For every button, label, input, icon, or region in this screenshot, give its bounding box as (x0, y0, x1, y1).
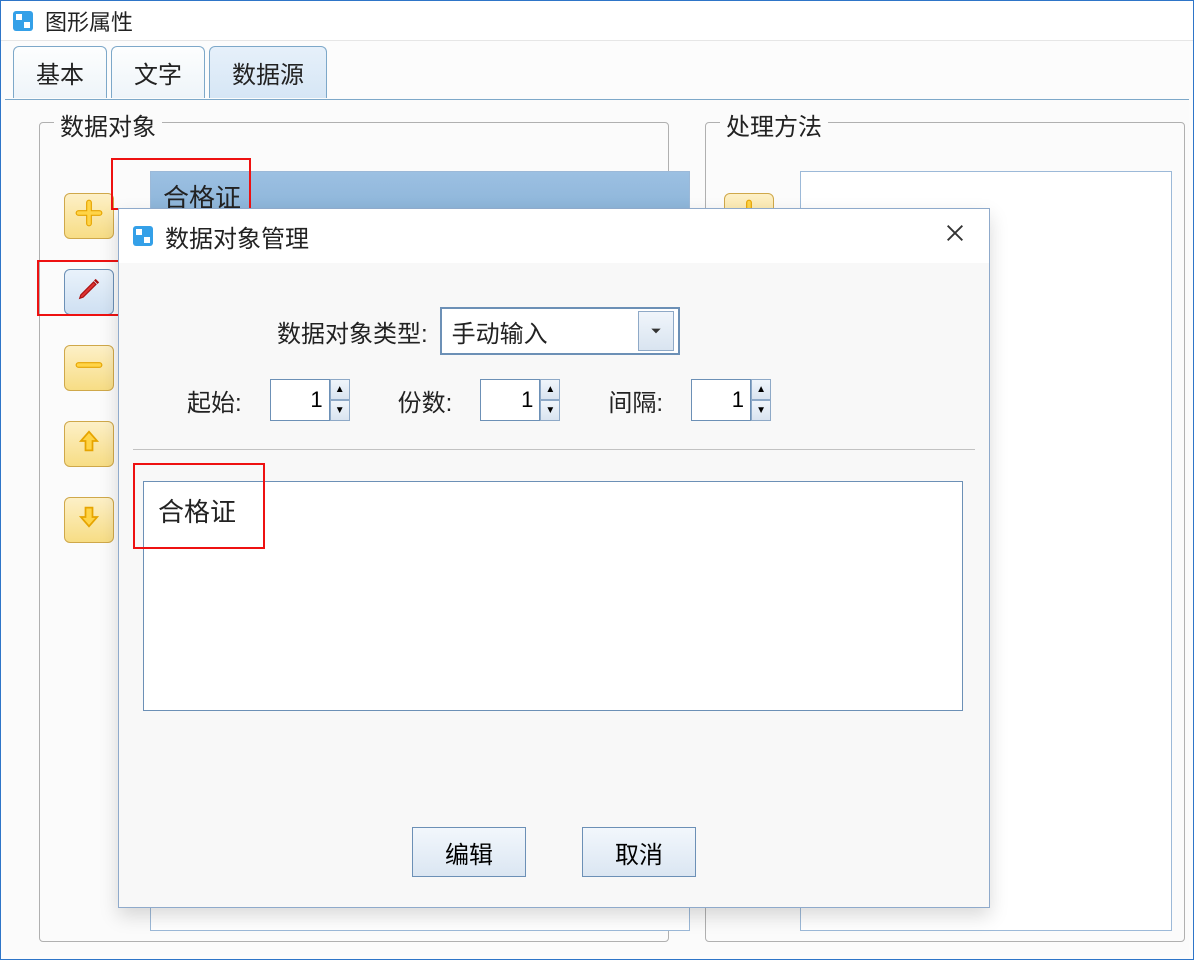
gap-input[interactable] (691, 379, 751, 421)
group-processing-title: 处理方法 (720, 107, 828, 142)
cancel-button[interactable]: 取消 (582, 827, 696, 877)
copies-up-button[interactable]: ▲ (540, 379, 560, 400)
pencil-icon (75, 275, 103, 309)
start-input[interactable] (270, 379, 330, 421)
edit-button[interactable] (64, 269, 114, 315)
tabstrip: 基本 文字 数据源 (1, 47, 1193, 97)
edit-button[interactable]: 编辑 (412, 827, 526, 877)
divider (133, 449, 975, 450)
arrow-up-icon (75, 427, 103, 461)
tab-text[interactable]: 文字 (111, 46, 205, 98)
caret-down-icon: ▼ (335, 406, 345, 416)
start-up-button[interactable]: ▲ (330, 379, 350, 400)
copies-spinner: ▲ ▼ (480, 379, 560, 421)
arrow-down-icon (75, 503, 103, 537)
app-icon (11, 9, 35, 33)
row-type: 数据对象类型: 手动输入 (277, 307, 680, 355)
chevron-down-icon (649, 317, 663, 345)
add-button[interactable] (64, 193, 114, 239)
copies-label: 份数: (398, 383, 453, 418)
gap-spinner: ▲ ▼ (691, 379, 771, 421)
close-icon (944, 222, 966, 250)
dialog-title: 数据对象管理 (165, 219, 309, 254)
data-icon-column (64, 193, 114, 543)
copies-input[interactable] (480, 379, 540, 421)
main-titlebar: 图形属性 (1, 1, 1193, 41)
gap-down-button[interactable]: ▼ (751, 400, 771, 421)
caret-up-icon: ▲ (545, 385, 555, 395)
window-title: 图形属性 (45, 5, 133, 37)
dialog-buttons: 编辑 取消 (119, 827, 989, 877)
caret-up-icon: ▲ (756, 385, 766, 395)
move-down-button[interactable] (64, 497, 114, 543)
app-icon (131, 224, 155, 248)
tab-basic[interactable]: 基本 (13, 46, 107, 98)
gap-label: 间隔: (608, 383, 663, 418)
caret-down-icon: ▼ (756, 406, 766, 416)
caret-down-icon: ▼ (545, 406, 555, 416)
combo-dropdown-button[interactable] (638, 311, 674, 351)
tab-datasource[interactable]: 数据源 (209, 46, 327, 98)
gap-up-button[interactable]: ▲ (751, 379, 771, 400)
content-textarea[interactable]: 合格证 (143, 481, 963, 711)
type-label: 数据对象类型: (277, 314, 428, 349)
data-object-dialog: 数据对象管理 数据对象类型: 手动输入 起始: ▲ ▼ (118, 208, 990, 908)
move-up-button[interactable] (64, 421, 114, 467)
minus-icon (75, 351, 103, 385)
dialog-body: 数据对象类型: 手动输入 起始: ▲ ▼ 份数: ▲ (119, 263, 989, 907)
start-spinner: ▲ ▼ (270, 379, 350, 421)
group-data-objects-title: 数据对象 (54, 107, 162, 142)
copies-down-button[interactable]: ▼ (540, 400, 560, 421)
plus-icon (75, 199, 103, 233)
remove-button[interactable] (64, 345, 114, 391)
start-label: 起始: (187, 383, 242, 418)
row-numbers: 起始: ▲ ▼ 份数: ▲ ▼ 间隔: ▲ (187, 379, 771, 421)
close-button[interactable] (939, 220, 971, 252)
start-down-button[interactable]: ▼ (330, 400, 350, 421)
type-value: 手动输入 (452, 314, 548, 349)
type-combo[interactable]: 手动输入 (440, 307, 680, 355)
dialog-titlebar: 数据对象管理 (119, 209, 989, 263)
caret-up-icon: ▲ (335, 385, 345, 395)
